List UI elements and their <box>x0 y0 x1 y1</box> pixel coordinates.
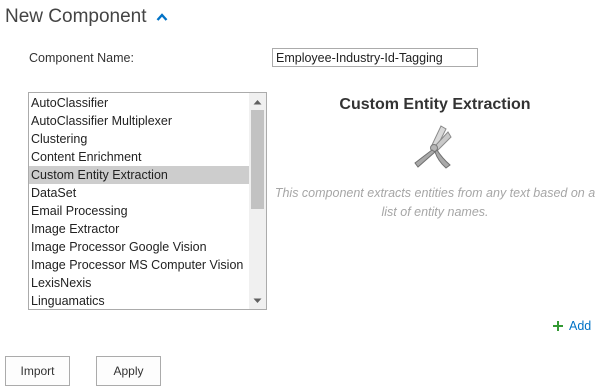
list-item[interactable]: Email Processing <box>29 202 249 220</box>
add-button[interactable]: Add <box>553 319 591 333</box>
component-name-label: Component Name: <box>29 51 134 65</box>
extraction-pliers-icon <box>414 125 452 169</box>
scroll-up-arrow-icon[interactable] <box>249 93 266 110</box>
list-item[interactable]: Image Processor Google Vision <box>29 238 249 256</box>
list-item[interactable]: DataSet <box>29 184 249 202</box>
list-item[interactable]: Content Enrichment <box>29 148 249 166</box>
component-name-input[interactable] <box>272 48 478 67</box>
chevron-up-icon[interactable] <box>156 12 168 22</box>
list-item[interactable]: LexisNexis <box>29 274 249 292</box>
scroll-down-arrow-icon[interactable] <box>249 292 266 309</box>
listbox-scrollbar[interactable] <box>249 93 266 309</box>
list-item[interactable]: Custom Entity Extraction <box>29 166 249 184</box>
list-item[interactable]: Linguamatics <box>29 292 249 309</box>
add-label: Add <box>569 319 592 333</box>
component-list: AutoClassifier AutoClassifier Multiplexer… <box>29 94 249 309</box>
list-item[interactable]: AutoClassifier Multiplexer <box>29 112 249 130</box>
plus-icon <box>553 321 563 331</box>
component-listbox[interactable]: AutoClassifier AutoClassifier Multiplexer… <box>28 92 267 310</box>
import-button[interactable]: Import <box>5 356 70 386</box>
list-item[interactable]: Image Extractor <box>29 220 249 238</box>
apply-button[interactable]: Apply <box>96 356 161 386</box>
section-header[interactable]: New Component <box>5 4 168 30</box>
list-item[interactable]: Image Processor MS Computer Vision <box>29 256 249 274</box>
component-detail-title: Custom Entity Extraction <box>339 96 531 113</box>
section-title: New Component <box>5 6 147 27</box>
component-description: This component extracts entities from an… <box>274 186 596 219</box>
scroll-thumb[interactable] <box>251 110 264 209</box>
list-item[interactable]: Clustering <box>29 130 249 148</box>
list-item[interactable]: AutoClassifier <box>29 94 249 112</box>
